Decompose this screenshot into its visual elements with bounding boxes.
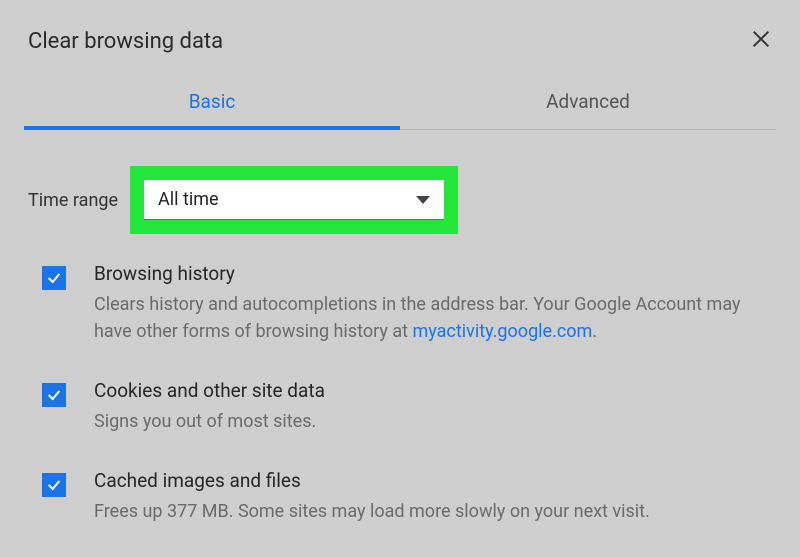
highlight-box: All time	[130, 166, 458, 234]
option-description: Clears history and autocompletions in th…	[94, 291, 774, 345]
desc-text: Signs you out of most sites.	[94, 411, 316, 432]
checkbox-cache[interactable]	[42, 473, 66, 497]
tabs: Basic Advanced	[24, 76, 776, 130]
tab-basic[interactable]: Basic	[24, 76, 400, 129]
dialog-header: Clear browsing data	[24, 18, 776, 76]
checkbox-cookies[interactable]	[42, 383, 66, 407]
option-cache: Cached images and files Frees up 377 MB.…	[42, 469, 776, 525]
option-title: Browsing history	[94, 262, 774, 285]
time-range-label: Time range	[28, 190, 118, 211]
desc-text: Frees up 377 MB. Some sites may load mor…	[94, 501, 650, 522]
option-body: Cached images and files Frees up 377 MB.…	[94, 469, 650, 525]
option-description: Signs you out of most sites.	[94, 408, 325, 435]
myactivity-link[interactable]: myactivity.google.com	[412, 321, 592, 342]
tab-advanced[interactable]: Advanced	[400, 76, 776, 129]
clear-browsing-data-dialog: Clear browsing data Basic Advanced Time …	[6, 6, 794, 551]
time-range-select[interactable]: All time	[144, 180, 444, 220]
time-range-row: Time range All time	[24, 166, 776, 234]
dialog-title: Clear browsing data	[28, 29, 223, 54]
chevron-down-icon	[416, 196, 430, 204]
option-cookies: Cookies and other site data Signs you ou…	[42, 379, 776, 435]
desc-suffix: .	[592, 321, 597, 342]
option-title: Cached images and files	[94, 469, 650, 492]
options-list: Browsing history Clears history and auto…	[24, 262, 776, 525]
option-description: Frees up 377 MB. Some sites may load mor…	[94, 498, 650, 525]
time-range-value: All time	[158, 189, 219, 210]
option-title: Cookies and other site data	[94, 379, 325, 402]
checkbox-browsing-history[interactable]	[42, 266, 66, 290]
option-browsing-history: Browsing history Clears history and auto…	[42, 262, 776, 345]
option-body: Cookies and other site data Signs you ou…	[94, 379, 325, 435]
close-icon[interactable]	[750, 28, 772, 54]
option-body: Browsing history Clears history and auto…	[94, 262, 774, 345]
